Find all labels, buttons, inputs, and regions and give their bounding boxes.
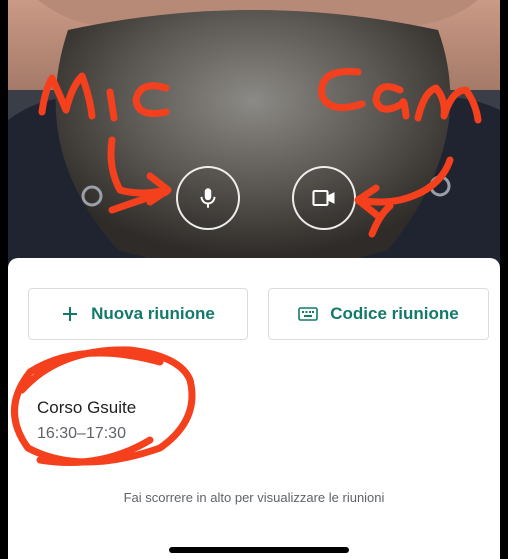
meeting-code-label: Codice riunione <box>330 304 459 323</box>
swipe-hint-text: Fai scorrere in alto per visualizzare le… <box>123 490 385 505</box>
microphone-icon <box>200 188 216 208</box>
meet-app-screen: Nuova riunione Codice riunione Corso Gsu… <box>0 0 508 559</box>
meeting-list-item[interactable]: Corso Gsuite 16:30–17:30 <box>37 398 136 443</box>
camera-preview <box>8 0 500 268</box>
meeting-title: Corso Gsuite <box>37 398 137 417</box>
new-meeting-label: Nuova riunione <box>91 304 215 323</box>
camera-feed-image <box>8 0 500 268</box>
video-camera-icon <box>312 189 335 207</box>
microphone-toggle-button[interactable] <box>176 166 240 230</box>
home-indicator[interactable] <box>169 547 349 553</box>
meeting-time: 16:30–17:30 <box>37 425 126 442</box>
keyboard-icon <box>298 307 319 321</box>
frame-border-left <box>0 0 8 559</box>
new-meeting-button[interactable]: Nuova riunione <box>28 288 248 340</box>
meeting-code-button[interactable]: Codice riunione <box>268 288 489 340</box>
bottom-sheet[interactable]: Nuova riunione Codice riunione Corso Gsu… <box>8 258 500 559</box>
camera-toggle-button[interactable] <box>292 166 356 230</box>
frame-border-right <box>500 0 508 559</box>
plus-icon <box>61 305 79 323</box>
